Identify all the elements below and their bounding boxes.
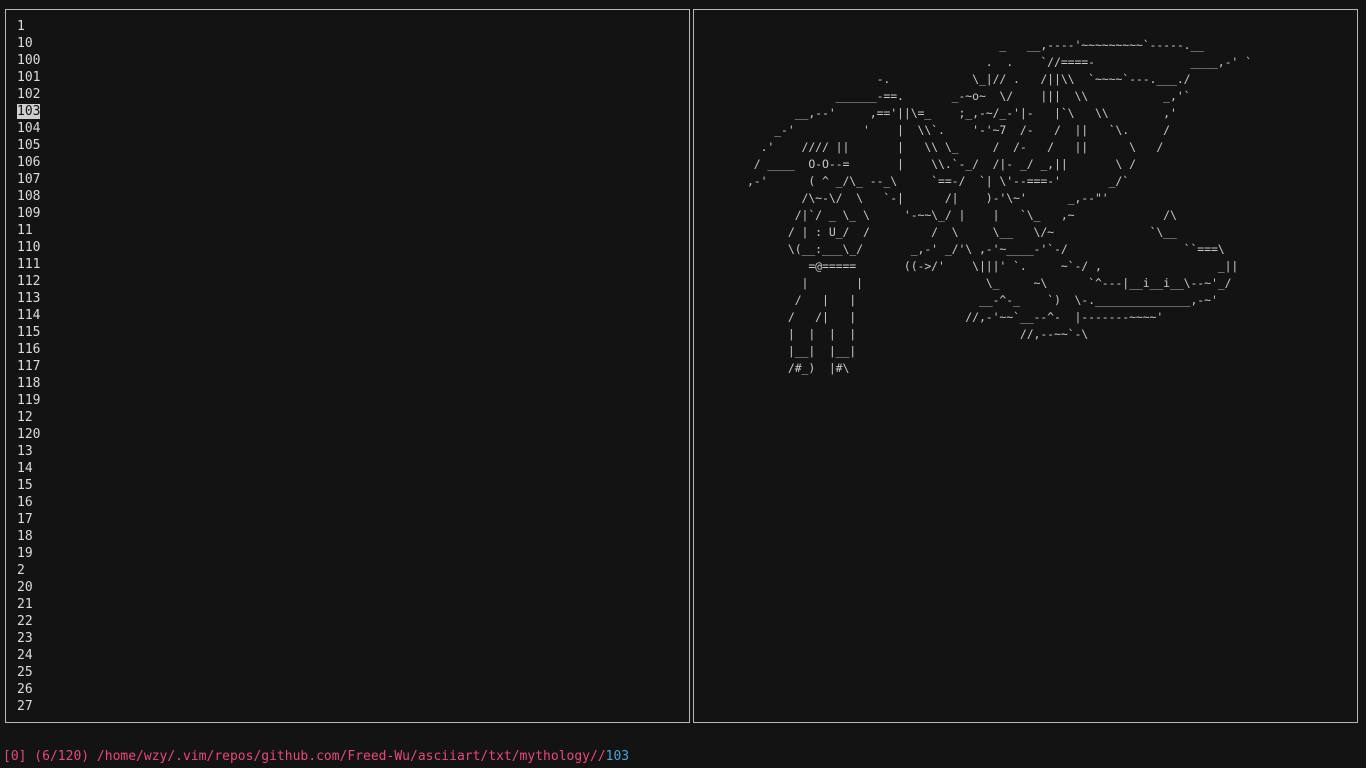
list-item[interactable]: 26 xyxy=(17,681,40,698)
list-item[interactable]: 22 xyxy=(17,613,40,630)
list-item[interactable]: 114 xyxy=(17,307,40,324)
ascii-line: | | | | //,--~~`-\ xyxy=(706,327,1089,341)
ascii-line: -. \_|// . /||\\ `~~~~`---.___./ xyxy=(706,72,1191,86)
list-item[interactable]: 24 xyxy=(17,647,40,664)
ascii-line: \(__:___\_/ _,-' _/'\ ,-'~____-'`-/ ``==… xyxy=(706,242,1225,256)
list-item[interactable]: 100 xyxy=(17,52,40,69)
ascii-line: | | \_ ~\ `^---|__i__i__\--~'_/ xyxy=(706,276,1232,290)
list-item[interactable]: 105 xyxy=(17,137,40,154)
ascii-line: /\~-\/ \ `-| /| )-'\~' _,--"' xyxy=(706,191,1109,205)
ascii-line: =@===== ((->/' \|||' `. ~`-/ , _|| xyxy=(706,259,1239,273)
list-item[interactable]: 21 xyxy=(17,596,40,613)
ascii-line: / ____ O-O--= | \\.`-_/ /|- _/ _,|| \ / xyxy=(706,157,1136,171)
list-item[interactable]: 18 xyxy=(17,528,40,545)
list-item[interactable]: 19 xyxy=(17,545,40,562)
list-item[interactable]: 101 xyxy=(17,69,40,86)
list-item[interactable]: 117 xyxy=(17,358,40,375)
status-selection: 103 xyxy=(605,749,630,764)
list-item[interactable]: 102 xyxy=(17,86,40,103)
ascii-art-preview: _ __,----'~~~~~~~~~`-----.__ . . `//====… xyxy=(706,37,1252,377)
status-bar: [0] (6/120) /home/wzy/.vim/repos/github.… xyxy=(3,748,629,765)
ascii-line: . . `//====- ____,-' ` xyxy=(706,55,1252,69)
list-item[interactable]: 108 xyxy=(17,188,40,205)
ascii-line: ,-' ( ^ _/\_ --_\ `==-/ `| \'--===-' _/` xyxy=(706,174,1130,188)
ascii-line: / | : U_/ / / \ \__ \/~ `\__ xyxy=(706,225,1177,239)
ascii-line: / | | __-^-_ `) \-.______________,-~' xyxy=(706,293,1218,307)
list-item[interactable]: 109 xyxy=(17,205,40,222)
list-item[interactable]: 15 xyxy=(17,477,40,494)
list-item[interactable]: 25 xyxy=(17,664,40,681)
list-item[interactable]: 20 xyxy=(17,579,40,596)
file-list-pane[interactable]: 1 10 100 101 102 103 104 105 106 107 108 109 11 110 11… xyxy=(5,9,690,723)
list-item[interactable]: 13 xyxy=(17,443,40,460)
list-item[interactable]: 106 xyxy=(17,154,40,171)
list-item[interactable]: 116 xyxy=(17,341,40,358)
list-item[interactable]: 11 xyxy=(17,222,40,239)
status-path: [0] (6/120) /home/wzy/.vim/repos/github.… xyxy=(3,749,606,764)
list-item[interactable]: 12 xyxy=(17,409,40,426)
list-item[interactable]: 2 xyxy=(17,562,40,579)
list-item[interactable]: 103 xyxy=(17,103,41,120)
ascii-line: ______-==. _-~o~ \/ ||| \\ _,'` xyxy=(706,89,1191,103)
ascii-line: _ __,----'~~~~~~~~~`-----.__ xyxy=(706,38,1205,52)
ascii-line: /#_) |#\ xyxy=(706,361,850,375)
list-item[interactable]: 113 xyxy=(17,290,40,307)
file-list[interactable]: 1 10 100 101 102 103 104 105 106 107 108 109 11 110 11… xyxy=(17,18,41,715)
list-item[interactable]: 107 xyxy=(17,171,40,188)
ascii-line: .' //// || | \\ \_ / /- / || \ / xyxy=(706,140,1164,154)
list-item[interactable]: 1 xyxy=(17,18,40,35)
list-item[interactable]: 17 xyxy=(17,511,40,528)
ascii-line: / /| | //,-'~~`__--^- |-------~~~~' xyxy=(706,310,1164,324)
list-item[interactable]: 14 xyxy=(17,460,40,477)
ascii-line: /|`/ _ \_ \ '-~~\_/ | | `\_ ,~ /\ xyxy=(706,208,1177,222)
list-item[interactable]: 10 xyxy=(17,35,40,52)
list-item[interactable]: 112 xyxy=(17,273,40,290)
list-item[interactable]: 104 xyxy=(17,120,40,137)
list-item[interactable]: 111 xyxy=(17,256,40,273)
list-item[interactable]: 27 xyxy=(17,698,40,715)
preview-pane: _ __,----'~~~~~~~~~`-----.__ . . `//====… xyxy=(693,9,1358,723)
list-item[interactable]: 118 xyxy=(17,375,40,392)
list-item[interactable]: 115 xyxy=(17,324,40,341)
ascii-line: |__| |__| xyxy=(706,344,857,358)
list-item[interactable]: 120 xyxy=(17,426,40,443)
list-item[interactable]: 110 xyxy=(17,239,40,256)
list-item[interactable]: 119 xyxy=(17,392,40,409)
list-item[interactable]: 23 xyxy=(17,630,40,647)
ascii-line: __,--' ,=='||\=_ ;_,-~/_-'|- |`\ \\ ,' xyxy=(706,106,1177,120)
ascii-line: _-' ' | \\`. '-'~7 /- / || `\. / xyxy=(706,123,1171,137)
list-item[interactable]: 16 xyxy=(17,494,40,511)
